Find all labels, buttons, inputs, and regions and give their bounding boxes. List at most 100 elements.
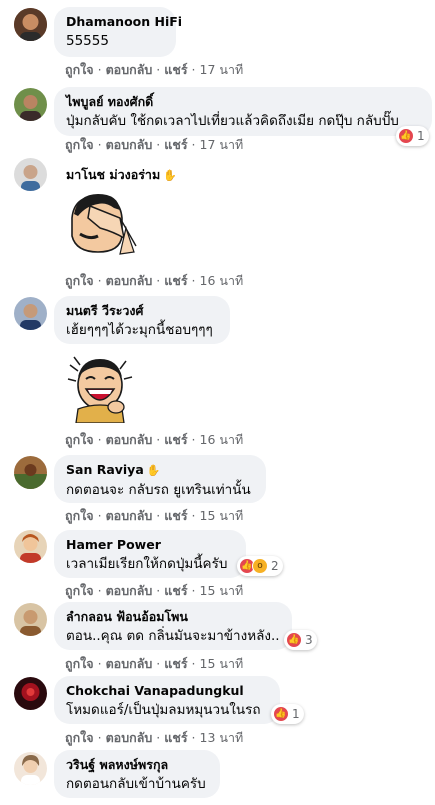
comment-actions: ถูกใจ · ตอบกลับ · แชร์ · 16 นาที xyxy=(65,273,243,289)
share-link[interactable]: แชร์ xyxy=(164,583,187,598)
like-link[interactable]: ถูกใจ xyxy=(65,137,94,152)
comment-author[interactable]: Chokchai Vanapadungkul xyxy=(66,683,268,699)
share-link[interactable]: แชร์ xyxy=(164,62,187,77)
reaction-count: 1 xyxy=(292,707,300,721)
laughing-sticker xyxy=(64,351,136,424)
separator: · xyxy=(156,730,161,745)
comment-text: กดตอนกลับเข้าบ้านครับ xyxy=(66,776,206,792)
reaction-count: 3 xyxy=(305,633,313,647)
comment-bubble: Dhamanoon HiFi 55555 xyxy=(54,7,182,57)
comment-time[interactable]: 17 นาที xyxy=(200,137,244,152)
comment-actions: ถูกใจ · ตอบกลับ · แชร์ · 17 นาที xyxy=(65,137,243,153)
comment-bubble: ลำกลอน ฟ้อนอ้อมโพน ตอน..คุณ ตด กลิ่นมันจ… xyxy=(54,602,292,650)
comment-time[interactable]: 15 นาที xyxy=(200,583,244,598)
like-link[interactable]: ถูกใจ xyxy=(65,273,94,288)
comment-time[interactable]: 16 นาที xyxy=(200,273,244,288)
comment-time[interactable]: 17 นาที xyxy=(200,62,244,77)
reaction-summary[interactable]: 👍 1 xyxy=(396,126,429,146)
separator: · xyxy=(156,137,161,152)
reply-link[interactable]: ตอบกลับ xyxy=(106,730,153,745)
separator: · xyxy=(191,730,196,745)
comment-actions: ถูกใจ · ตอบกลับ · แชร์ · 15 นาที xyxy=(65,656,243,672)
separator: · xyxy=(156,432,161,447)
like-link[interactable]: ถูกใจ xyxy=(65,508,94,523)
comment-text: เฮ้ยๆๆๆได้วะมุกนี้ชอบๆๆๆ xyxy=(66,322,213,338)
like-reaction-icon: 👍 xyxy=(286,632,302,648)
separator: · xyxy=(191,508,196,523)
comment-time[interactable]: 16 นาที xyxy=(200,432,244,447)
reply-link[interactable]: ตอบกลับ xyxy=(106,62,153,77)
share-link[interactable]: แชร์ xyxy=(164,432,187,447)
comment-text: 55555 xyxy=(66,33,109,49)
separator: · xyxy=(191,432,196,447)
comment-author[interactable]: ลำกลอน ฟ้อนอ้อมโพน xyxy=(66,609,280,625)
avatar[interactable] xyxy=(14,456,47,489)
reply-link[interactable]: ตอบกลับ xyxy=(106,583,153,598)
facepalm-sticker xyxy=(64,188,138,260)
reply-link[interactable]: ตอบกลับ xyxy=(106,656,153,671)
like-link[interactable]: ถูกใจ xyxy=(65,583,94,598)
reply-link[interactable]: ตอบกลับ xyxy=(106,432,153,447)
comment-time[interactable]: 15 นาที xyxy=(200,508,244,523)
share-link[interactable]: แชร์ xyxy=(164,656,187,671)
separator: · xyxy=(97,137,102,152)
separator: · xyxy=(97,583,102,598)
separator: · xyxy=(191,656,196,671)
comment-actions: ถูกใจ · ตอบกลับ · แชร์ · 16 นาที xyxy=(65,432,243,448)
reaction-summary[interactable]: 👍 3 xyxy=(284,630,317,650)
separator: · xyxy=(156,583,161,598)
reaction-count: 1 xyxy=(417,129,425,143)
separator: · xyxy=(191,137,196,152)
avatar[interactable] xyxy=(14,297,47,330)
separator: · xyxy=(97,508,102,523)
like-link[interactable]: ถูกใจ xyxy=(65,656,94,671)
like-reaction-icon: 👍 xyxy=(273,706,289,722)
comment-bubble: มนตรี วีระวงศ์ เฮ้ยๆๆๆได้วะมุกนี้ชอบๆๆๆ xyxy=(54,296,230,344)
separator: · xyxy=(156,273,161,288)
comment-text: ตอน..คุณ ตด กลิ่นมันจะมาข้างหลัง.. xyxy=(66,628,280,644)
separator: · xyxy=(97,656,102,671)
comment-actions: ถูกใจ · ตอบกลับ · แชร์ · 15 นาที xyxy=(65,583,243,599)
comment-time[interactable]: 13 นาที xyxy=(200,730,244,745)
reaction-summary[interactable]: 👍 1 xyxy=(271,704,304,724)
comment-author[interactable]: มาโนช ม่วงอร่าม ✋ xyxy=(66,167,177,184)
separator: · xyxy=(156,508,161,523)
avatar[interactable] xyxy=(14,677,47,710)
like-link[interactable]: ถูกใจ xyxy=(65,730,94,745)
avatar[interactable] xyxy=(14,603,47,636)
comment-actions: ถูกใจ · ตอบกลับ · แชร์ · 13 นาที xyxy=(65,730,243,746)
comment-author[interactable]: San Raviya ✋ xyxy=(66,462,254,479)
like-link[interactable]: ถูกใจ xyxy=(65,432,94,447)
comment-author[interactable]: Dhamanoon HiFi xyxy=(66,14,182,30)
reply-link[interactable]: ตอบกลับ xyxy=(106,273,153,288)
share-link[interactable]: แชร์ xyxy=(164,137,187,152)
comment-author[interactable]: ไพบูลย์ ทองศักดิ์ xyxy=(66,94,420,110)
avatar[interactable] xyxy=(14,8,47,41)
avatar[interactable] xyxy=(14,752,47,785)
share-link[interactable]: แชร์ xyxy=(164,508,187,523)
separator: · xyxy=(97,730,102,745)
comment-author[interactable]: Hamer Power xyxy=(66,537,234,553)
comment-author[interactable]: มนตรี วีระวงศ์ xyxy=(66,303,218,319)
comment-bubble: San Raviya ✋ กดตอนจะ กลับรถ ยูเทรินเท่านั… xyxy=(54,455,266,503)
comment-actions: ถูกใจ · ตอบกลับ · แชร์ · 15 นาที xyxy=(65,508,243,524)
comment-author[interactable]: วรินฐ์ พลหงษ์พรกุล xyxy=(66,757,208,773)
reply-link[interactable]: ตอบกลับ xyxy=(106,137,153,152)
share-link[interactable]: แชร์ xyxy=(164,273,187,288)
wave-icon: ✋ xyxy=(163,169,177,182)
comment-text: ปุ่มกลับคับ ใช้กดเวลาไปเที่ยวแล้วคิดถึงเ… xyxy=(66,113,399,129)
separator: · xyxy=(97,432,102,447)
comment-time[interactable]: 15 นาที xyxy=(200,656,244,671)
avatar[interactable] xyxy=(14,530,47,563)
avatar[interactable] xyxy=(14,88,47,121)
separator: · xyxy=(191,273,196,288)
comment-text: กดตอนจะ กลับรถ ยูเทรินเท่านั้น xyxy=(66,482,251,498)
reaction-summary[interactable]: 👍 o 2 xyxy=(237,556,283,576)
like-link[interactable]: ถูกใจ xyxy=(65,62,94,77)
reply-link[interactable]: ตอบกลับ xyxy=(106,508,153,523)
share-link[interactable]: แชร์ xyxy=(164,730,187,745)
separator: · xyxy=(156,62,161,77)
avatar[interactable] xyxy=(14,158,47,191)
separator: · xyxy=(156,656,161,671)
comment-text: โหมดแอร์/เป็นปุ่มลมหมุนวนในรถ xyxy=(66,702,261,718)
